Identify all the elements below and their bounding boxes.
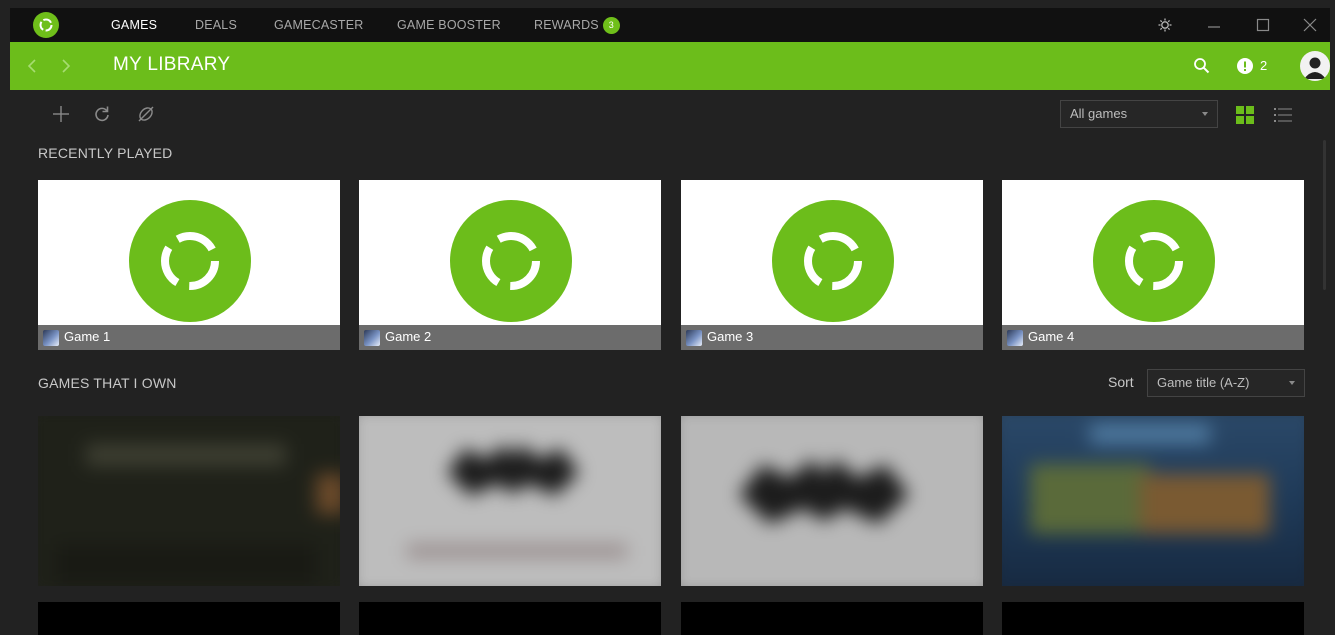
owned-game-card[interactable] bbox=[681, 602, 983, 635]
recently-played-title: RECENTLY PLAYED bbox=[38, 145, 173, 161]
owned-game-card[interactable] bbox=[681, 416, 983, 586]
grid-view-icon[interactable] bbox=[1236, 106, 1254, 124]
tab-rewards[interactable]: REWARDS 3 bbox=[534, 8, 620, 42]
page-title: MY LIBRARY bbox=[113, 54, 231, 75]
game-logo-icon bbox=[450, 200, 572, 322]
game-name: Game 4 bbox=[1028, 329, 1075, 344]
game-thumbnail bbox=[359, 416, 661, 586]
sort-label: Sort bbox=[1108, 374, 1134, 390]
owned-game-card[interactable] bbox=[1002, 416, 1304, 586]
add-icon[interactable] bbox=[50, 103, 72, 125]
filter-select-value: All games bbox=[1070, 106, 1128, 121]
card-footer: Game 2 bbox=[359, 325, 661, 350]
game-logo-icon bbox=[129, 200, 251, 322]
game-thumbnail bbox=[1002, 416, 1304, 586]
recent-game-card[interactable]: Game 4 bbox=[1002, 180, 1304, 350]
game-icon bbox=[1007, 330, 1023, 346]
sort-select[interactable]: Game title (A-Z) bbox=[1147, 369, 1305, 397]
close-icon[interactable] bbox=[1302, 17, 1318, 33]
razer-logo-icon[interactable] bbox=[33, 12, 59, 38]
owned-game-card[interactable] bbox=[359, 602, 661, 635]
owned-game-card[interactable] bbox=[38, 602, 340, 635]
card-footer: Game 3 bbox=[681, 325, 983, 350]
maximize-icon[interactable] bbox=[1255, 17, 1271, 33]
minimize-icon[interactable] bbox=[1206, 17, 1222, 33]
library-content: All games RECENTLY PLAYED Game 1 Game 2 … bbox=[10, 90, 1330, 635]
game-thumbnail bbox=[681, 416, 983, 586]
game-name: Game 2 bbox=[385, 329, 432, 344]
filter-select[interactable]: All games bbox=[1060, 100, 1218, 128]
game-logo-icon bbox=[1093, 200, 1215, 322]
game-icon bbox=[43, 330, 59, 346]
tab-games[interactable]: GAMES bbox=[111, 8, 157, 42]
owned-game-card[interactable] bbox=[38, 416, 340, 586]
card-footer: Game 4 bbox=[1002, 325, 1304, 350]
owned-games-title: GAMES THAT I OWN bbox=[38, 375, 177, 391]
recent-game-card[interactable]: Game 2 bbox=[359, 180, 661, 350]
tab-rewards-label: REWARDS bbox=[534, 18, 599, 32]
avatar[interactable] bbox=[1300, 51, 1330, 81]
alert-icon[interactable] bbox=[1237, 58, 1253, 74]
forward-icon[interactable] bbox=[58, 58, 74, 74]
tab-game-booster[interactable]: GAME BOOSTER bbox=[397, 8, 501, 42]
sort-select-value: Game title (A-Z) bbox=[1157, 375, 1250, 390]
game-thumbnail bbox=[38, 416, 340, 586]
tab-gamecaster[interactable]: GAMECASTER bbox=[274, 8, 364, 42]
owned-game-card[interactable] bbox=[359, 416, 661, 586]
refresh-icon[interactable] bbox=[91, 103, 113, 125]
notification-count[interactable]: 2 bbox=[1260, 58, 1267, 73]
hide-icon[interactable] bbox=[135, 103, 157, 125]
game-icon bbox=[686, 330, 702, 346]
recent-game-card[interactable]: Game 1 bbox=[38, 180, 340, 350]
page-header: MY LIBRARY 2 bbox=[10, 42, 1330, 90]
game-name: Game 1 bbox=[64, 329, 111, 344]
settings-icon[interactable] bbox=[1157, 17, 1173, 33]
rewards-badge: 3 bbox=[602, 17, 620, 34]
game-icon bbox=[364, 330, 380, 346]
recent-game-card[interactable]: Game 3 bbox=[681, 180, 983, 350]
chevron-down-icon bbox=[1202, 112, 1208, 116]
search-icon[interactable] bbox=[1193, 57, 1210, 74]
tab-deals[interactable]: DEALS bbox=[195, 8, 237, 42]
chevron-down-icon bbox=[1289, 381, 1295, 385]
owned-game-card[interactable] bbox=[1002, 602, 1304, 635]
game-logo-icon bbox=[772, 200, 894, 322]
card-footer: Game 1 bbox=[38, 325, 340, 350]
game-name: Game 3 bbox=[707, 329, 754, 344]
title-bar: GAMES DEALS GAMECASTER GAME BOOSTER REWA… bbox=[10, 8, 1330, 42]
back-icon[interactable] bbox=[24, 58, 40, 74]
scrollbar[interactable] bbox=[1323, 140, 1326, 290]
list-view-icon[interactable] bbox=[1274, 107, 1292, 123]
